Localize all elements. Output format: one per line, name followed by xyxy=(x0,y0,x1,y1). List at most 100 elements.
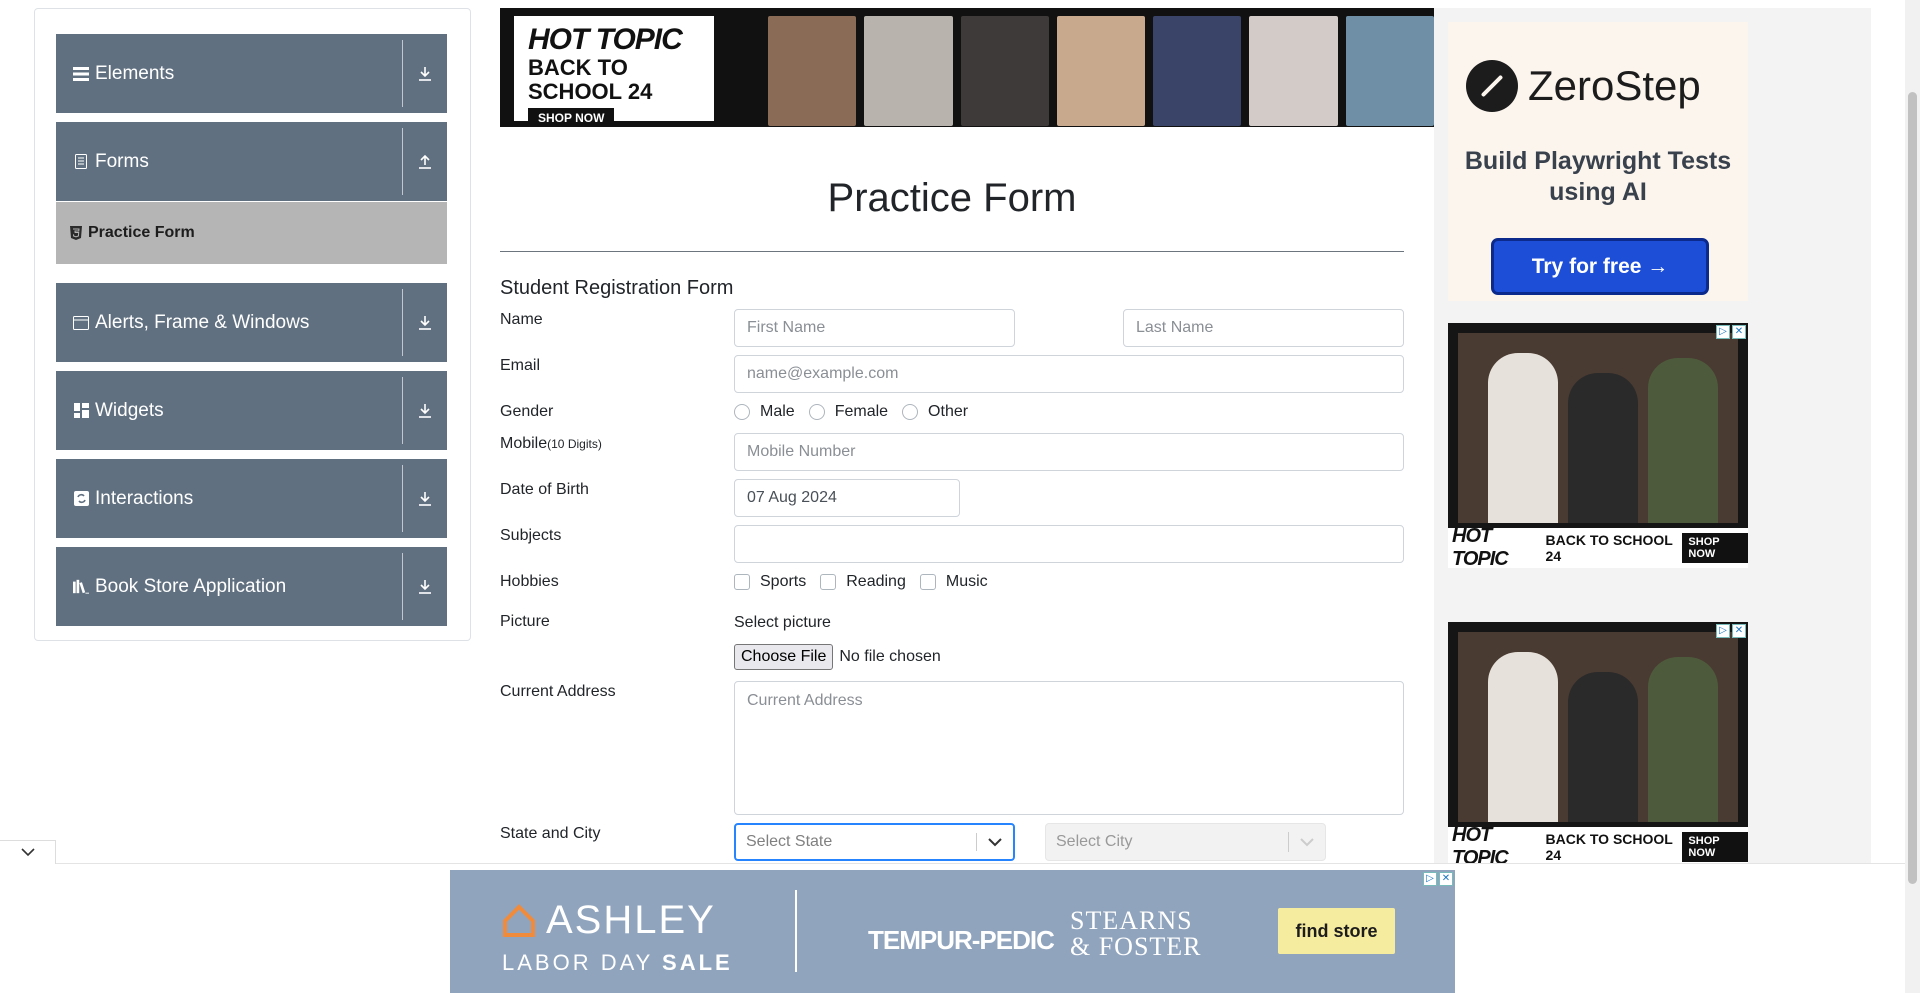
nav-group-elements[interactable]: Elements xyxy=(56,34,447,113)
ad-cta: SHOP NOW xyxy=(528,108,615,127)
current-address-label: Current Address xyxy=(500,683,616,700)
ad-person xyxy=(1488,652,1558,822)
checkbox[interactable] xyxy=(919,574,936,590)
radio-circle[interactable] xyxy=(808,404,825,420)
close-icon[interactable]: ✕ xyxy=(1732,325,1746,339)
ad-photo xyxy=(1153,16,1242,126)
ad-cta: SHOP NOW xyxy=(1682,832,1748,862)
ad-photo xyxy=(1249,16,1338,126)
email-label: Email xyxy=(500,357,541,374)
subjects-input[interactable] xyxy=(734,525,1404,563)
nav-group-alerts-frame-windows[interactable]: Alerts, Frame & Windows xyxy=(56,283,447,362)
download-icon[interactable] xyxy=(403,371,447,450)
html5-icon xyxy=(70,226,82,240)
mobile-label-hint: (10 Digits) xyxy=(547,437,602,451)
ad-info-icon[interactable]: ▷ xyxy=(1423,872,1437,886)
download-icon[interactable] xyxy=(403,459,447,538)
grid-icon xyxy=(73,403,89,419)
dob-label: Date of Birth xyxy=(500,481,589,498)
current-address-textarea[interactable] xyxy=(734,681,1404,815)
hot-topic-side-ad-2[interactable]: ▷ ✕ HOT TOPIC BACK TO SCHOOL 24 SHOP NOW xyxy=(1448,622,1748,867)
nav-group-interactions[interactable]: Interactions xyxy=(56,459,447,538)
ad-brand: HOT TOPIC xyxy=(1452,824,1509,867)
download-icon[interactable] xyxy=(403,34,447,113)
nav-group-widgets[interactable]: Widgets xyxy=(56,371,447,450)
title-divider xyxy=(500,251,1404,252)
sale-bold: SALE xyxy=(662,950,733,975)
ashley-ad[interactable]: ASHLEY LABOR DAY SALE TEMPUR-PEDIC STEAR… xyxy=(450,870,1455,993)
zerostep-logo: ZeroStep xyxy=(1466,60,1701,112)
nav-group-forms[interactable]: Forms xyxy=(56,122,447,201)
radio-circle[interactable] xyxy=(734,404,750,420)
gender-label: Gender xyxy=(500,403,554,420)
state-select[interactable]: Select State xyxy=(734,823,1015,861)
checkbox-label[interactable]: Music xyxy=(946,573,988,591)
ad-brand: HOT TOPIC xyxy=(528,23,683,56)
ad-photo xyxy=(768,16,857,126)
chevron-down-icon[interactable] xyxy=(1289,824,1325,860)
checkbox-label[interactable]: Sports xyxy=(760,573,806,591)
first-name-input[interactable] xyxy=(734,309,1015,347)
download-icon[interactable] xyxy=(403,283,447,362)
checkbox[interactable] xyxy=(820,574,837,590)
last-name-input[interactable] xyxy=(1123,309,1404,347)
ad-photos xyxy=(768,16,1434,126)
radio-label[interactable]: Other xyxy=(928,403,968,421)
close-icon[interactable]: ✕ xyxy=(1732,624,1746,638)
radio-label[interactable]: Male xyxy=(760,403,795,421)
ad-info-icon[interactable]: ▷ xyxy=(1716,624,1730,638)
gender-radio-other[interactable]: Other xyxy=(902,403,968,421)
hot-topic-side-ad-1[interactable]: ▷ ✕ HOT TOPIC BACK TO SCHOOL 24 SHOP NOW xyxy=(1448,323,1748,568)
tempur-pedic-logo: TEMPUR-PEDIC xyxy=(868,925,1055,955)
ad-footer: HOT TOPIC BACK TO SCHOOL 24 SHOP NOW xyxy=(1448,824,1748,867)
ad-choices[interactable]: ▷ ✕ xyxy=(1716,624,1746,638)
city-select-placeholder: Select City xyxy=(1056,833,1133,850)
ad-photo xyxy=(1458,632,1738,822)
nav-group-label: Book Store Application xyxy=(95,575,287,597)
ad-cta: SHOP NOW xyxy=(1682,533,1748,563)
hobby-checkbox-music[interactable]: Music xyxy=(919,573,988,591)
ad-info-icon[interactable]: ▷ xyxy=(1716,325,1730,339)
close-icon[interactable]: ✕ xyxy=(1439,872,1453,886)
ad-choices[interactable]: ▷ ✕ xyxy=(1423,872,1453,886)
hobbies-checkbox-group: Sports Reading Music xyxy=(734,573,1002,591)
upload-icon[interactable] xyxy=(403,122,447,201)
chevron-down-icon[interactable] xyxy=(977,825,1013,859)
divider xyxy=(795,890,797,972)
nav-group-label: Widgets xyxy=(95,399,164,421)
select-picture-label: Select picture xyxy=(734,614,831,631)
hot-topic-banner-ad[interactable]: HOT TOPIC BACK TO SCHOOL 24 SHOP NOW xyxy=(500,8,1434,127)
radio-circle[interactable] xyxy=(902,404,919,420)
zerostep-ad[interactable]: ZeroStep Build Playwright Tests using AI… xyxy=(1448,22,1748,301)
ad-photo xyxy=(1345,16,1434,126)
interaction-icon xyxy=(73,491,89,507)
ad-brand: HOT TOPIC xyxy=(1452,525,1509,568)
ad-photo xyxy=(960,16,1049,126)
download-icon[interactable] xyxy=(403,547,447,626)
ad-choices[interactable]: ▷ ✕ xyxy=(1716,325,1746,339)
ad-person xyxy=(1568,373,1638,523)
mobile-input[interactable] xyxy=(734,433,1404,471)
hobby-checkbox-sports[interactable]: Sports xyxy=(734,573,806,591)
page-scrollbar[interactable] xyxy=(1905,0,1920,993)
try-for-free-button[interactable]: Try for free → xyxy=(1491,238,1709,295)
checkbox-label[interactable]: Reading xyxy=(846,573,906,591)
nav-item-practice-form[interactable]: Practice Form xyxy=(56,202,447,264)
hobby-checkbox-reading[interactable]: Reading xyxy=(820,573,906,591)
city-select[interactable]: Select City xyxy=(1045,823,1326,861)
page: { "sidebar": { "groups": [ {"label": "El… xyxy=(0,0,1920,993)
scrollbar-thumb[interactable] xyxy=(1908,92,1917,884)
collapse-ad-button[interactable] xyxy=(0,840,56,864)
nav-group-book-store[interactable]: Book Store Application xyxy=(56,547,447,626)
email-input[interactable] xyxy=(734,355,1404,393)
gender-radio-male[interactable]: Male xyxy=(734,403,795,421)
ad-photo xyxy=(1458,333,1738,523)
picture-label: Picture xyxy=(500,613,550,630)
choose-file-button[interactable]: Choose File xyxy=(734,644,834,670)
gender-radio-female[interactable]: Female xyxy=(808,403,888,421)
date-of-birth-input[interactable] xyxy=(734,479,960,517)
no-file-chosen-text: No file chosen xyxy=(839,648,941,665)
radio-label[interactable]: Female xyxy=(835,403,888,421)
checkbox[interactable] xyxy=(734,574,750,590)
find-store-button[interactable]: find store xyxy=(1278,908,1395,954)
